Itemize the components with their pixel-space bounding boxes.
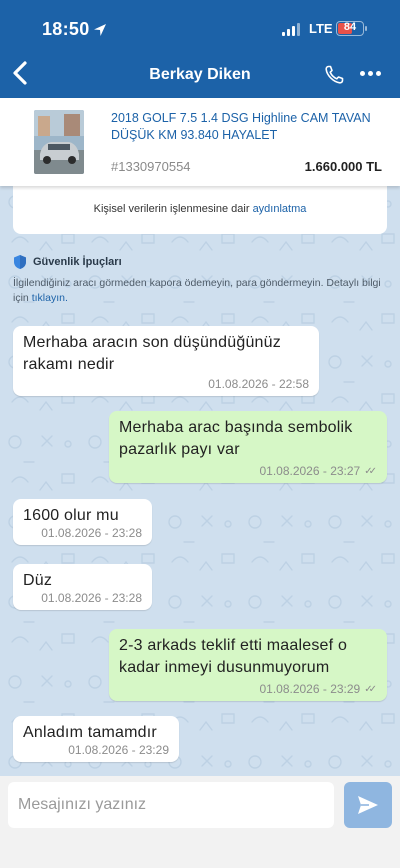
message-composer xyxy=(0,776,400,868)
send-button[interactable] xyxy=(344,782,392,828)
signal-icon xyxy=(282,23,302,36)
message-text: Merhaba aracın son düşündüğünüz rakamı n… xyxy=(23,334,281,373)
listing-price: 1.660.000 TL xyxy=(304,159,382,174)
send-icon xyxy=(358,796,378,814)
message-bubble-incoming[interactable]: Düz 01.08.2026 - 23:28 xyxy=(13,564,152,610)
listing-title[interactable]: 2018 GOLF 7.5 1.4 DSG Highline CAM TAVAN… xyxy=(111,110,391,144)
status-time: 18:50 xyxy=(42,19,90,39)
location-arrow-icon xyxy=(94,24,106,36)
message-time: 01.08.2026 - 23:29 xyxy=(259,682,361,696)
listing-card[interactable]: 2018 GOLF 7.5 1.4 DSG Highline CAM TAVAN… xyxy=(0,98,400,186)
double-check-icon: ✓✓ xyxy=(364,465,377,477)
safety-tips-title: Güvenlik İpuçları xyxy=(33,256,122,268)
network-type: LTE xyxy=(309,21,333,36)
message-text: 1600 olur mu xyxy=(23,507,119,524)
battery-level: 84 xyxy=(343,21,357,33)
message-text: Anladım tamamdır xyxy=(23,724,157,741)
privacy-link[interactable]: aydınlatma xyxy=(253,203,307,215)
message-bubble-outgoing[interactable]: Merhaba arac başında sembolik pazarlık p… xyxy=(109,411,387,483)
safety-tips: Güvenlik İpuçları İlgilendiğiniz aracı g… xyxy=(13,254,383,306)
privacy-info-card: Kişisel verilerin işlenmesine dair aydın… xyxy=(13,186,387,234)
top-bar: 18:50 LTE 84 Berkay Diken xyxy=(0,0,400,98)
phone-icon[interactable] xyxy=(322,63,346,87)
message-time: 01.08.2026 - 22:58 xyxy=(208,377,309,391)
listing-thumbnail xyxy=(34,110,84,174)
message-time: 01.08.2026 - 23:27 xyxy=(259,464,361,478)
safety-tips-text: İlgilendiğiniz aracı görmeden kapora öde… xyxy=(13,277,381,304)
message-time: 01.08.2026 - 23:28 xyxy=(41,591,142,605)
listing-id: #1330970554 xyxy=(111,159,191,174)
battery-cap xyxy=(365,26,367,31)
double-check-icon: ✓✓ xyxy=(364,683,377,695)
message-bubble-incoming[interactable]: 1600 olur mu 01.08.2026 - 23:28 xyxy=(13,499,152,545)
message-text: Düz xyxy=(23,572,53,589)
message-input[interactable] xyxy=(8,782,334,828)
message-bubble-incoming[interactable]: Merhaba aracın son düşündüğünüz rakamı n… xyxy=(13,326,319,396)
message-bubble-incoming[interactable]: Anladım tamamdır 01.08.2026 - 23:29 xyxy=(13,716,179,762)
message-time: 01.08.2026 - 23:28 xyxy=(41,526,142,540)
message-time: 01.08.2026 - 23:29 xyxy=(68,743,169,757)
safety-tips-body: İlgilendiğiniz aracı görmeden kapora öde… xyxy=(13,276,383,306)
message-text: Merhaba arac başında sembolik pazarlık p… xyxy=(119,419,353,458)
shield-icon xyxy=(14,255,26,269)
privacy-info-text: Kişisel verilerin işlenmesine dair aydın… xyxy=(13,203,387,215)
chat-area[interactable]: Kişisel verilerin işlenmesine dair aydın… xyxy=(0,186,400,776)
message-bubble-outgoing[interactable]: 2-3 arkads teklif etti maalesef o kadar … xyxy=(109,629,387,701)
battery-icon: 84 xyxy=(336,21,364,36)
privacy-text: Kişisel verilerin işlenmesine dair xyxy=(93,203,250,215)
more-dots-icon[interactable] xyxy=(358,71,382,79)
safety-tips-link[interactable]: tıklayın. xyxy=(32,292,68,304)
message-text: 2-3 arkads teklif etti maalesef o kadar … xyxy=(119,637,348,676)
status-bar: 18:50 LTE 84 xyxy=(0,0,400,56)
